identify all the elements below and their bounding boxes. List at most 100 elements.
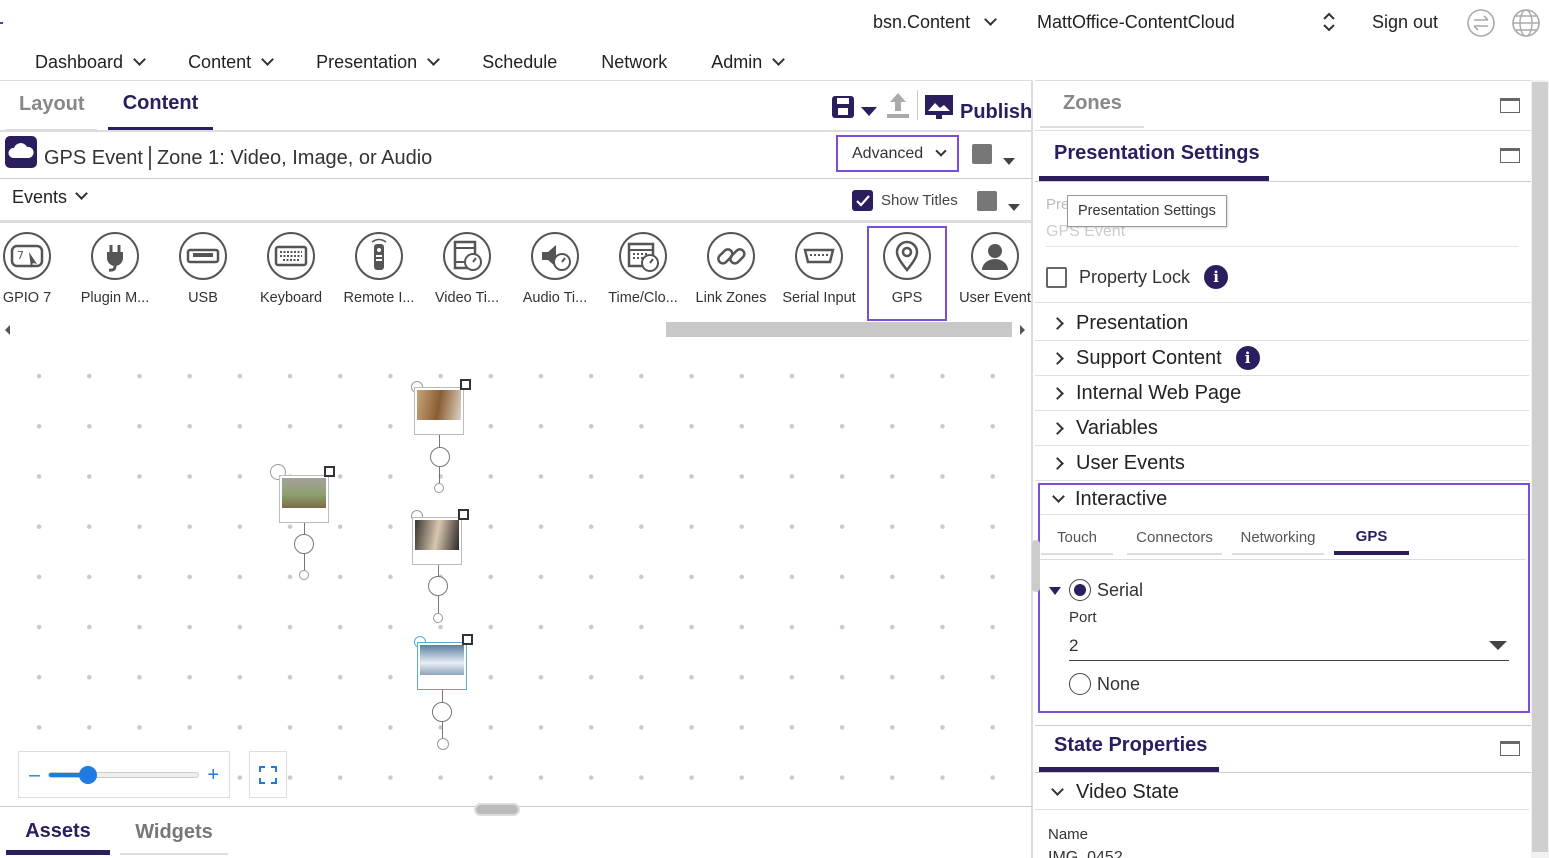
tab-content[interactable]: Content (108, 81, 213, 131)
nav-schedule[interactable]: Schedule (482, 52, 557, 73)
event-user-event[interactable]: User Event (951, 226, 1039, 322)
event-usb[interactable]: USB (159, 226, 247, 322)
bottom-tabs: Assets Widgets (6, 812, 228, 855)
event-time-clock[interactable]: Time/Clo... (599, 226, 687, 322)
tab-connectors[interactable]: Connectors (1127, 521, 1222, 555)
media-node-1[interactable] (279, 475, 329, 523)
checkbox-checked-icon[interactable] (852, 190, 873, 211)
scroll-right-arrow[interactable] (1020, 325, 1025, 335)
radio-serial-label: Serial (1097, 579, 1144, 600)
zoom-in-button[interactable]: + (207, 765, 219, 785)
zones-tab[interactable]: Zones (1063, 92, 1122, 115)
property-lock-row[interactable]: Property Lock i (1046, 265, 1229, 289)
save-icon[interactable] (830, 94, 856, 120)
event-serial-input[interactable]: Serial Input (775, 226, 863, 322)
globe-icon[interactable] (1511, 8, 1541, 38)
event-remote[interactable]: Remote I... (335, 226, 423, 322)
state-properties-title[interactable]: State Properties (1054, 734, 1207, 757)
publish-button[interactable]: Publish (924, 91, 1032, 124)
info-icon[interactable]: i (1235, 346, 1260, 370)
maximize-icon[interactable] (1500, 148, 1520, 163)
section-video-state[interactable]: Video State (1035, 775, 1529, 810)
property-lock-checkbox[interactable] (1046, 266, 1067, 288)
collapse-triangle-icon[interactable] (1049, 582, 1061, 600)
maximize-icon[interactable] (1500, 98, 1520, 113)
show-titles-toggle[interactable]: Show Titles (852, 190, 958, 211)
section-presentation[interactable]: Presentation (1035, 306, 1529, 341)
panel-splitter-handle[interactable] (1032, 540, 1040, 592)
state-name-input[interactable]: IMG_0452 (1048, 850, 1123, 858)
radio-serial[interactable]: Serial (1069, 579, 1143, 601)
event-gps[interactable]: GPS (867, 226, 947, 321)
chevron-right-icon (1051, 316, 1064, 330)
event-link-zones[interactable]: Link Zones (687, 226, 775, 322)
bsn-content-menu[interactable]: bsn.Content (873, 12, 997, 33)
section-user-events[interactable]: User Events (1035, 446, 1529, 481)
play-icon (324, 466, 335, 477)
vertical-scrollbar-thumb[interactable] (1532, 82, 1548, 852)
tab-gps[interactable]: GPS (1334, 521, 1409, 555)
state-name-label: Name (1048, 826, 1089, 843)
radio-selected[interactable] (1069, 579, 1091, 601)
radio-unselected[interactable] (1069, 673, 1091, 695)
tab-widgets[interactable]: Widgets (120, 812, 228, 855)
interactive-header[interactable]: Interactive (1040, 485, 1528, 515)
event-video-timecode[interactable]: Video Ti... (423, 226, 511, 322)
swatch-dropdown-icon[interactable] (1003, 152, 1015, 170)
flow-canvas[interactable]: – + (0, 344, 1031, 806)
info-icon[interactable]: i (1204, 265, 1229, 289)
scroll-left-arrow[interactable] (5, 325, 10, 335)
video-event-icon[interactable] (294, 534, 314, 554)
section-variables[interactable]: Variables (1035, 411, 1529, 446)
horizontal-scrollbar-thumb[interactable] (666, 322, 1012, 337)
nav-admin[interactable]: Admin (711, 52, 786, 73)
color-swatch[interactable] (972, 144, 992, 164)
section-support-content[interactable]: Support Content i (1035, 341, 1529, 376)
maximize-icon[interactable] (1500, 741, 1520, 756)
presentation-settings-title[interactable]: Presentation Settings (1054, 142, 1260, 165)
nav-content[interactable]: Content (188, 52, 274, 73)
fit-screen-button[interactable] (249, 751, 287, 798)
tab-layout[interactable]: Layout (5, 81, 97, 131)
event-gpio[interactable]: 7 GPIO 7 (0, 226, 71, 322)
network-selector[interactable]: MattOffice-ContentCloud (1037, 12, 1235, 33)
video-event-icon[interactable] (428, 576, 448, 596)
advanced-dropdown[interactable]: Advanced (836, 135, 959, 172)
properties-panel: Zones Presentation Settings Pre GPS Even… (1035, 80, 1549, 858)
resize-handle[interactable] (474, 803, 520, 816)
color-swatch-2[interactable] (977, 191, 997, 211)
tab-networking[interactable]: Networking (1232, 521, 1324, 555)
media-node-2[interactable] (414, 387, 464, 435)
upload-icon[interactable] (884, 91, 912, 121)
video-event-icon[interactable] (430, 447, 450, 467)
sign-out-link[interactable]: Sign out (1372, 12, 1438, 33)
media-thumbnail (415, 520, 459, 550)
radio-none[interactable]: None (1069, 673, 1140, 695)
nav-network[interactable]: Network (601, 52, 667, 73)
media-node-3[interactable] (412, 517, 462, 565)
port-select[interactable]: 2 (1069, 631, 1509, 661)
media-node-4[interactable] (417, 642, 467, 690)
swatch-dropdown-icon-2[interactable] (1008, 198, 1020, 216)
nav-presentation[interactable]: Presentation (316, 51, 441, 73)
tab-touch[interactable]: Touch (1041, 521, 1113, 555)
nav-network-label: Network (601, 51, 668, 72)
zoom-slider[interactable] (48, 765, 200, 784)
event-audio-timecode[interactable]: Audio Ti... (511, 226, 599, 322)
section-internal-web-page[interactable]: Internal Web Page (1035, 376, 1529, 411)
save-dropdown-icon[interactable] (861, 103, 877, 121)
media-thumbnail (282, 478, 326, 508)
nav-dashboard[interactable]: Dashboard (35, 52, 146, 73)
event-keyboard[interactable]: Keyboard (247, 226, 335, 322)
updown-chevron-icon[interactable] (1321, 10, 1337, 34)
nav-presentation-label: Presentation (316, 51, 418, 72)
events-dropdown[interactable]: Events (12, 187, 88, 208)
advanced-label: Advanced (852, 144, 924, 162)
switch-arrows-icon[interactable] (1466, 8, 1496, 38)
zoom-out-button[interactable]: – (29, 765, 40, 785)
event-plugin[interactable]: Plugin M... (71, 226, 159, 322)
vertical-scrollbar[interactable] (1531, 80, 1549, 858)
video-event-icon[interactable] (432, 702, 452, 722)
tab-assets[interactable]: Assets (6, 812, 110, 855)
zoom-slider-handle[interactable] (79, 765, 98, 784)
